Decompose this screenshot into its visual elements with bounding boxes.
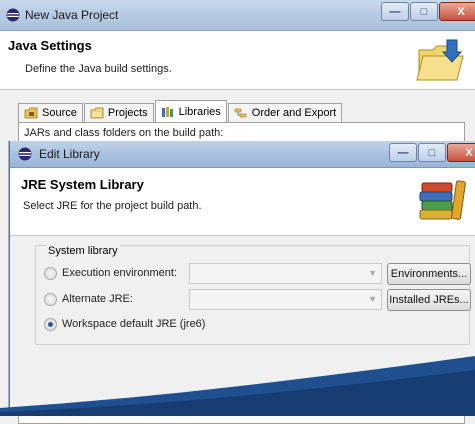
order-export-icon	[234, 108, 247, 118]
libraries-icon	[161, 106, 173, 117]
tab-libraries[interactable]: Libraries	[154, 100, 227, 122]
decorative-banner	[0, 356, 475, 416]
close-button[interactable]: X	[439, 2, 475, 21]
chevron-down-icon: ▼	[368, 268, 377, 278]
tab-projects[interactable]: Projects	[83, 103, 154, 122]
minimize-icon: —	[389, 5, 401, 18]
window-title: New Java Project	[25, 8, 119, 22]
tab-projects-label: Projects	[107, 107, 148, 119]
dialog-heading: JRE System Library	[21, 177, 144, 192]
maximize-icon: □	[428, 146, 436, 159]
execution-environment-label: Execution environment:	[62, 267, 177, 279]
workspace-default-radio[interactable]	[44, 317, 57, 331]
execution-environment-radio[interactable]	[44, 266, 57, 280]
folder-icon	[416, 39, 464, 81]
tab-source[interactable]: Source	[18, 103, 83, 122]
minimize-icon: —	[397, 146, 409, 159]
tab-bar: Source Projects Libraries Order and Expo…	[18, 100, 343, 123]
page-title: Java Settings	[8, 38, 92, 53]
dialog-title: Edit Library	[39, 147, 100, 161]
group-title: System library	[46, 245, 120, 257]
close-icon: X	[457, 5, 465, 18]
workspace-default-option[interactable]: Workspace default JRE (jre6)	[44, 314, 205, 334]
minimize-button[interactable]: —	[381, 2, 409, 21]
dialog-minimize-button[interactable]: —	[389, 143, 417, 162]
source-folder-icon	[24, 107, 38, 119]
tab-source-label: Source	[42, 107, 77, 119]
environments-button[interactable]: Environments...	[387, 263, 471, 285]
dialog-maximize-button[interactable]: □	[418, 143, 446, 162]
tab-order-export-label: Order and Export	[251, 107, 337, 119]
library-books-icon	[419, 180, 466, 220]
tab-libraries-label: Libraries	[178, 105, 221, 118]
outer-titlebar[interactable]: New Java Project — □ X	[0, 0, 475, 31]
alternate-jre-combo[interactable]: ▼	[189, 289, 382, 310]
execution-environment-option[interactable]: Execution environment:	[44, 263, 177, 283]
eclipse-icon	[6, 8, 20, 22]
dialog-titlebar[interactable]: Edit Library — □ X	[10, 141, 475, 168]
maximize-button[interactable]: □	[410, 2, 438, 21]
build-path-label: JARs and class folders on the build path…	[24, 127, 224, 139]
page-description: Define the Java build settings.	[25, 63, 172, 75]
alternate-jre-option[interactable]: Alternate JRE:	[44, 289, 133, 309]
chevron-down-icon: ▼	[368, 294, 377, 304]
execution-environment-combo[interactable]: ▼	[189, 263, 382, 284]
outer-header: Java Settings Define the Java build sett…	[0, 31, 475, 90]
dialog-close-button[interactable]: X	[447, 143, 475, 162]
system-library-group: System library Execution environment: ▼ …	[35, 245, 471, 345]
maximize-icon: □	[420, 5, 428, 18]
alternate-jre-label: Alternate JRE:	[62, 293, 133, 305]
eclipse-icon	[18, 147, 32, 161]
tab-order-export[interactable]: Order and Export	[227, 103, 343, 122]
dialog-header: JRE System Library Select JRE for the pr…	[10, 168, 475, 236]
close-icon: X	[465, 146, 473, 159]
dialog-description: Select JRE for the project build path.	[23, 200, 202, 212]
installed-jres-button[interactable]: Installed JREs...	[387, 289, 471, 311]
projects-icon	[90, 107, 104, 119]
alternate-jre-radio[interactable]	[44, 292, 57, 306]
workspace-default-label: Workspace default JRE (jre6)	[62, 318, 206, 330]
